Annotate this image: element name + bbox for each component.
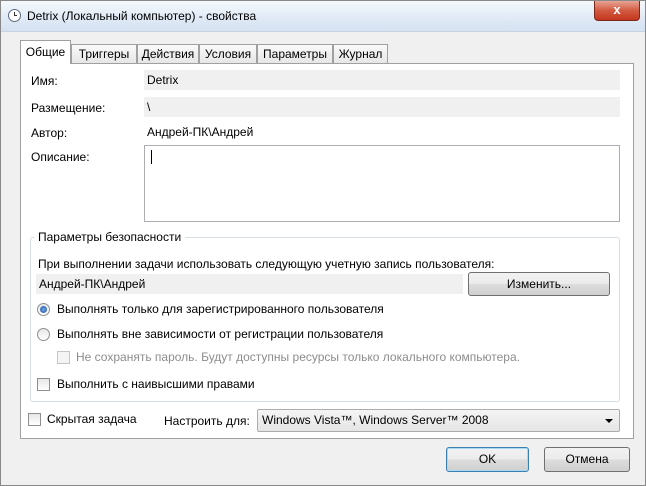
hidden-task-label[interactable]: Скрытая задача bbox=[47, 412, 137, 426]
configure-for-select[interactable]: Windows Vista™, Windows Server™ 2008 bbox=[257, 409, 620, 432]
radio-logged-on-label[interactable]: Выполнять только для зарегистрированного… bbox=[57, 302, 384, 316]
account-field[interactable]: Андрей-ПК\Андрей bbox=[36, 274, 463, 294]
tab-triggers[interactable]: Триггеры bbox=[71, 44, 137, 63]
location-field[interactable]: \ bbox=[144, 97, 620, 117]
close-button[interactable]: x bbox=[594, 1, 640, 21]
title-bar[interactable]: Detrix (Локальный компьютер) - свойства … bbox=[1, 1, 645, 32]
author-label: Автор: bbox=[31, 126, 68, 140]
tab-general[interactable]: Общие bbox=[20, 40, 71, 64]
tab-actions[interactable]: Действия bbox=[137, 44, 199, 63]
description-label: Описание: bbox=[31, 150, 90, 164]
change-user-button[interactable]: Изменить... bbox=[468, 272, 610, 296]
tab-history[interactable]: Журнал bbox=[333, 44, 388, 63]
radio-run-any[interactable] bbox=[37, 328, 50, 341]
highest-privileges-checkbox[interactable] bbox=[37, 378, 50, 391]
text-caret bbox=[151, 150, 152, 164]
hidden-task-checkbox[interactable] bbox=[28, 413, 41, 426]
no-store-password-label: Не сохранять пароль. Будут доступны ресу… bbox=[76, 350, 520, 364]
properties-dialog: Detrix (Локальный компьютер) - свойства … bbox=[0, 0, 646, 486]
window-title: Detrix (Локальный компьютер) - свойства bbox=[27, 9, 257, 23]
no-store-password-checkbox[interactable] bbox=[57, 351, 70, 364]
cancel-button[interactable]: Отмена bbox=[544, 447, 630, 472]
security-group-title: Параметры безопасности bbox=[34, 230, 186, 244]
name-label: Имя: bbox=[31, 74, 58, 88]
author-field[interactable]: Андрей-ПК\Андрей bbox=[144, 122, 620, 142]
configure-for-label: Настроить для: bbox=[164, 414, 250, 428]
description-input[interactable] bbox=[144, 145, 620, 222]
highest-privileges-label[interactable]: Выполнить с наивысшими правами bbox=[57, 377, 255, 391]
clock-icon bbox=[8, 9, 21, 22]
radio-run-any-label[interactable]: Выполнять вне зависимости от регистрации… bbox=[57, 327, 383, 341]
account-prompt: При выполнении задачи использовать следу… bbox=[38, 257, 495, 271]
name-field[interactable]: Detrix bbox=[144, 70, 620, 90]
ok-button[interactable]: OK bbox=[446, 447, 529, 472]
radio-logged-on-only[interactable] bbox=[37, 303, 50, 316]
chevron-down-icon bbox=[605, 419, 613, 423]
tab-conditions[interactable]: Условия bbox=[199, 44, 257, 63]
location-label: Размещение: bbox=[31, 101, 106, 115]
tab-settings[interactable]: Параметры bbox=[257, 44, 333, 63]
